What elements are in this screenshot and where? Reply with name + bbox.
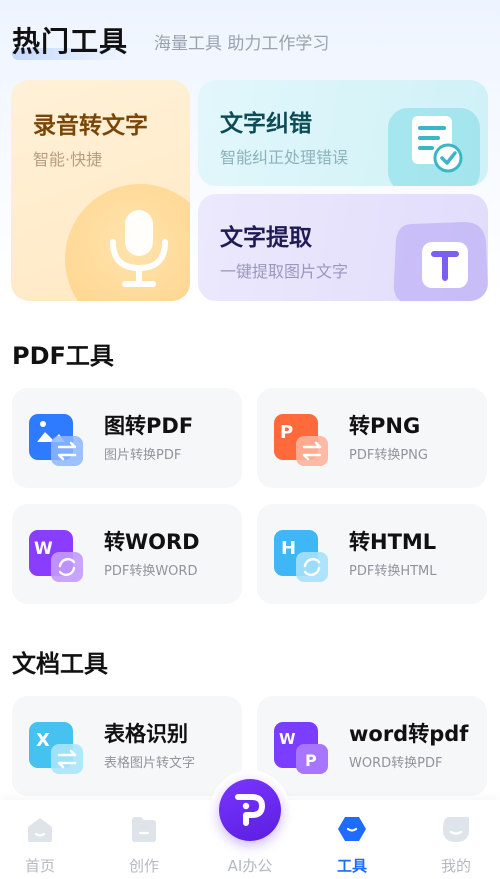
pdf-section-title: PDF工具 (12, 342, 114, 370)
nav-label: 首页 (24, 857, 55, 875)
svg-text:P: P (305, 751, 317, 770)
card-subtitle: 智能纠正处理错误 (220, 148, 349, 167)
card-title: 文字提取 (220, 225, 312, 251)
nav-label-ai-office: AI办公 (227, 857, 273, 875)
excel-convert-icon: X (29, 722, 83, 774)
tile-subtitle: 图片转换PDF (104, 448, 182, 463)
audio-to-text-card[interactable]: 录音转文字 智能·快捷 (11, 80, 190, 301)
tools-icon (338, 817, 366, 841)
tile-title: 转HTML (349, 530, 437, 554)
svg-text:W: W (279, 730, 296, 748)
text-t-icon (393, 222, 488, 301)
html-convert-icon: H (274, 530, 328, 582)
text-correction-card[interactable]: 文字纠错 智能纠正处理错误 (198, 80, 488, 186)
microphone-icon (110, 210, 168, 287)
tile-subtitle: PDF转换HTML (349, 564, 437, 579)
tile-subtitle: PDF转换PNG (349, 448, 428, 463)
document-check-icon (388, 108, 480, 186)
tile-pdf-to-html[interactable]: H 转HTML PDF转换HTML (257, 504, 487, 604)
card-subtitle: 一键提取图片文字 (220, 262, 349, 281)
svg-text:P: P (280, 422, 293, 443)
header: 热门工具 海量工具 助力工作学习 (12, 18, 488, 68)
nav-item-create[interactable]: 创作 (104, 800, 184, 879)
card-title: 录音转文字 (33, 113, 148, 139)
tile-pdf-to-png[interactable]: P 转PNG PDF转换PNG (257, 388, 487, 488)
image-convert-icon (29, 414, 83, 466)
profile-icon (443, 817, 469, 842)
svg-text:H: H (281, 538, 296, 559)
word-convert-icon: W (29, 530, 83, 582)
tile-table-recognition[interactable]: X 表格识别 表格图片转文字 (12, 696, 242, 796)
nav-item-profile[interactable]: 我的 (416, 800, 496, 879)
tile-title: 图转PDF (104, 414, 194, 438)
card-subtitle: 智能·快捷 (33, 150, 103, 169)
nav-item-tools[interactable]: 工具 (312, 800, 392, 879)
text-extraction-card[interactable]: 文字提取 一键提取图片文字 (198, 194, 488, 301)
nav-label: 创作 (128, 857, 159, 875)
nav-item-home[interactable]: 首页 (0, 800, 80, 879)
tile-image-to-pdf[interactable]: 图转PDF 图片转换PDF (12, 388, 242, 488)
card-title: 文字纠错 (220, 111, 312, 137)
tile-title: 表格识别 (104, 722, 188, 746)
bottom-nav: 首页 创作 AI办公 工具 我的 (0, 770, 500, 879)
nav-label: 工具 (336, 857, 367, 875)
doc-section-title: 文档工具 (12, 650, 108, 678)
tile-title: word转pdf (349, 722, 469, 746)
tile-word-to-pdf[interactable]: W P word转pdf WORD转换PDF (257, 696, 487, 796)
svg-text:W: W (34, 539, 53, 559)
tile-subtitle: PDF转换WORD (104, 564, 198, 579)
home-icon (28, 818, 52, 842)
create-icon (132, 817, 156, 842)
ai-office-icon (235, 794, 265, 826)
ai-office-button[interactable] (219, 779, 281, 841)
tile-title: 转WORD (104, 530, 200, 554)
tile-title: 转PNG (349, 414, 421, 438)
tile-subtitle: 表格图片转文字 (104, 756, 196, 771)
page-title: 热门工具 (12, 25, 129, 58)
nav-label: 我的 (440, 857, 471, 875)
png-convert-icon: P (274, 414, 328, 466)
tile-subtitle: WORD转换PDF (349, 756, 443, 771)
page-subtitle: 海量工具 助力工作学习 (154, 34, 330, 54)
word-to-pdf-icon: W P (274, 722, 328, 774)
tile-pdf-to-word[interactable]: W 转WORD PDF转换WORD (12, 504, 242, 604)
svg-text:X: X (36, 730, 50, 751)
